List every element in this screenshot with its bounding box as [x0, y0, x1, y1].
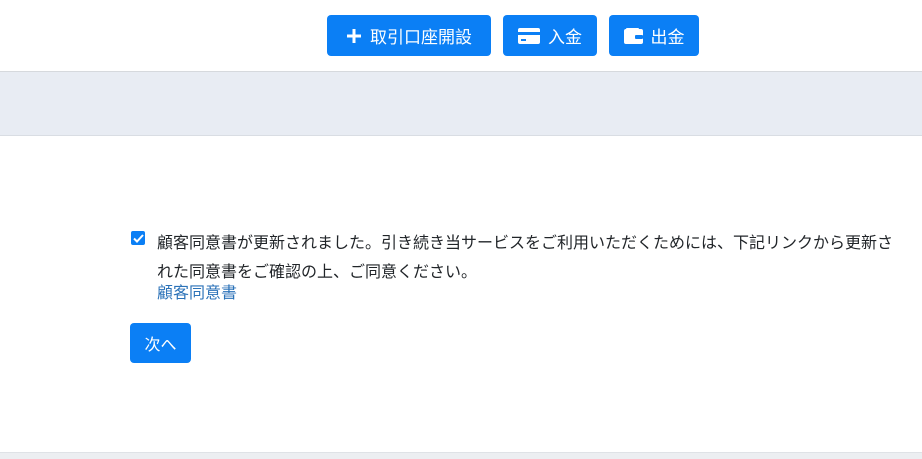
top-header: 取引口座開設 入金 出金 [0, 0, 922, 72]
withdraw-button[interactable]: 出金 [609, 15, 699, 56]
consent-document-link[interactable]: 顧客同意書 [157, 282, 237, 304]
main-content [0, 136, 922, 452]
wallet-icon [623, 27, 643, 44]
withdraw-label: 出金 [650, 28, 685, 48]
subheader-band [0, 72, 922, 136]
open-account-button[interactable]: 取引口座開設 [327, 15, 491, 56]
deposit-label: 入金 [548, 28, 582, 48]
next-button[interactable]: 次へ [130, 323, 191, 363]
deposit-button[interactable]: 入金 [503, 15, 597, 56]
credit-card-icon [518, 27, 540, 44]
checkmark-icon [132, 233, 144, 243]
consent-checkbox[interactable] [131, 231, 145, 245]
consent-message: 顧客同意書が更新されました。引き続き当サービスをご利用いただくためには、下記リン… [157, 233, 894, 281]
open-account-label: 取引口座開設 [370, 28, 472, 48]
plus-icon [346, 28, 362, 44]
